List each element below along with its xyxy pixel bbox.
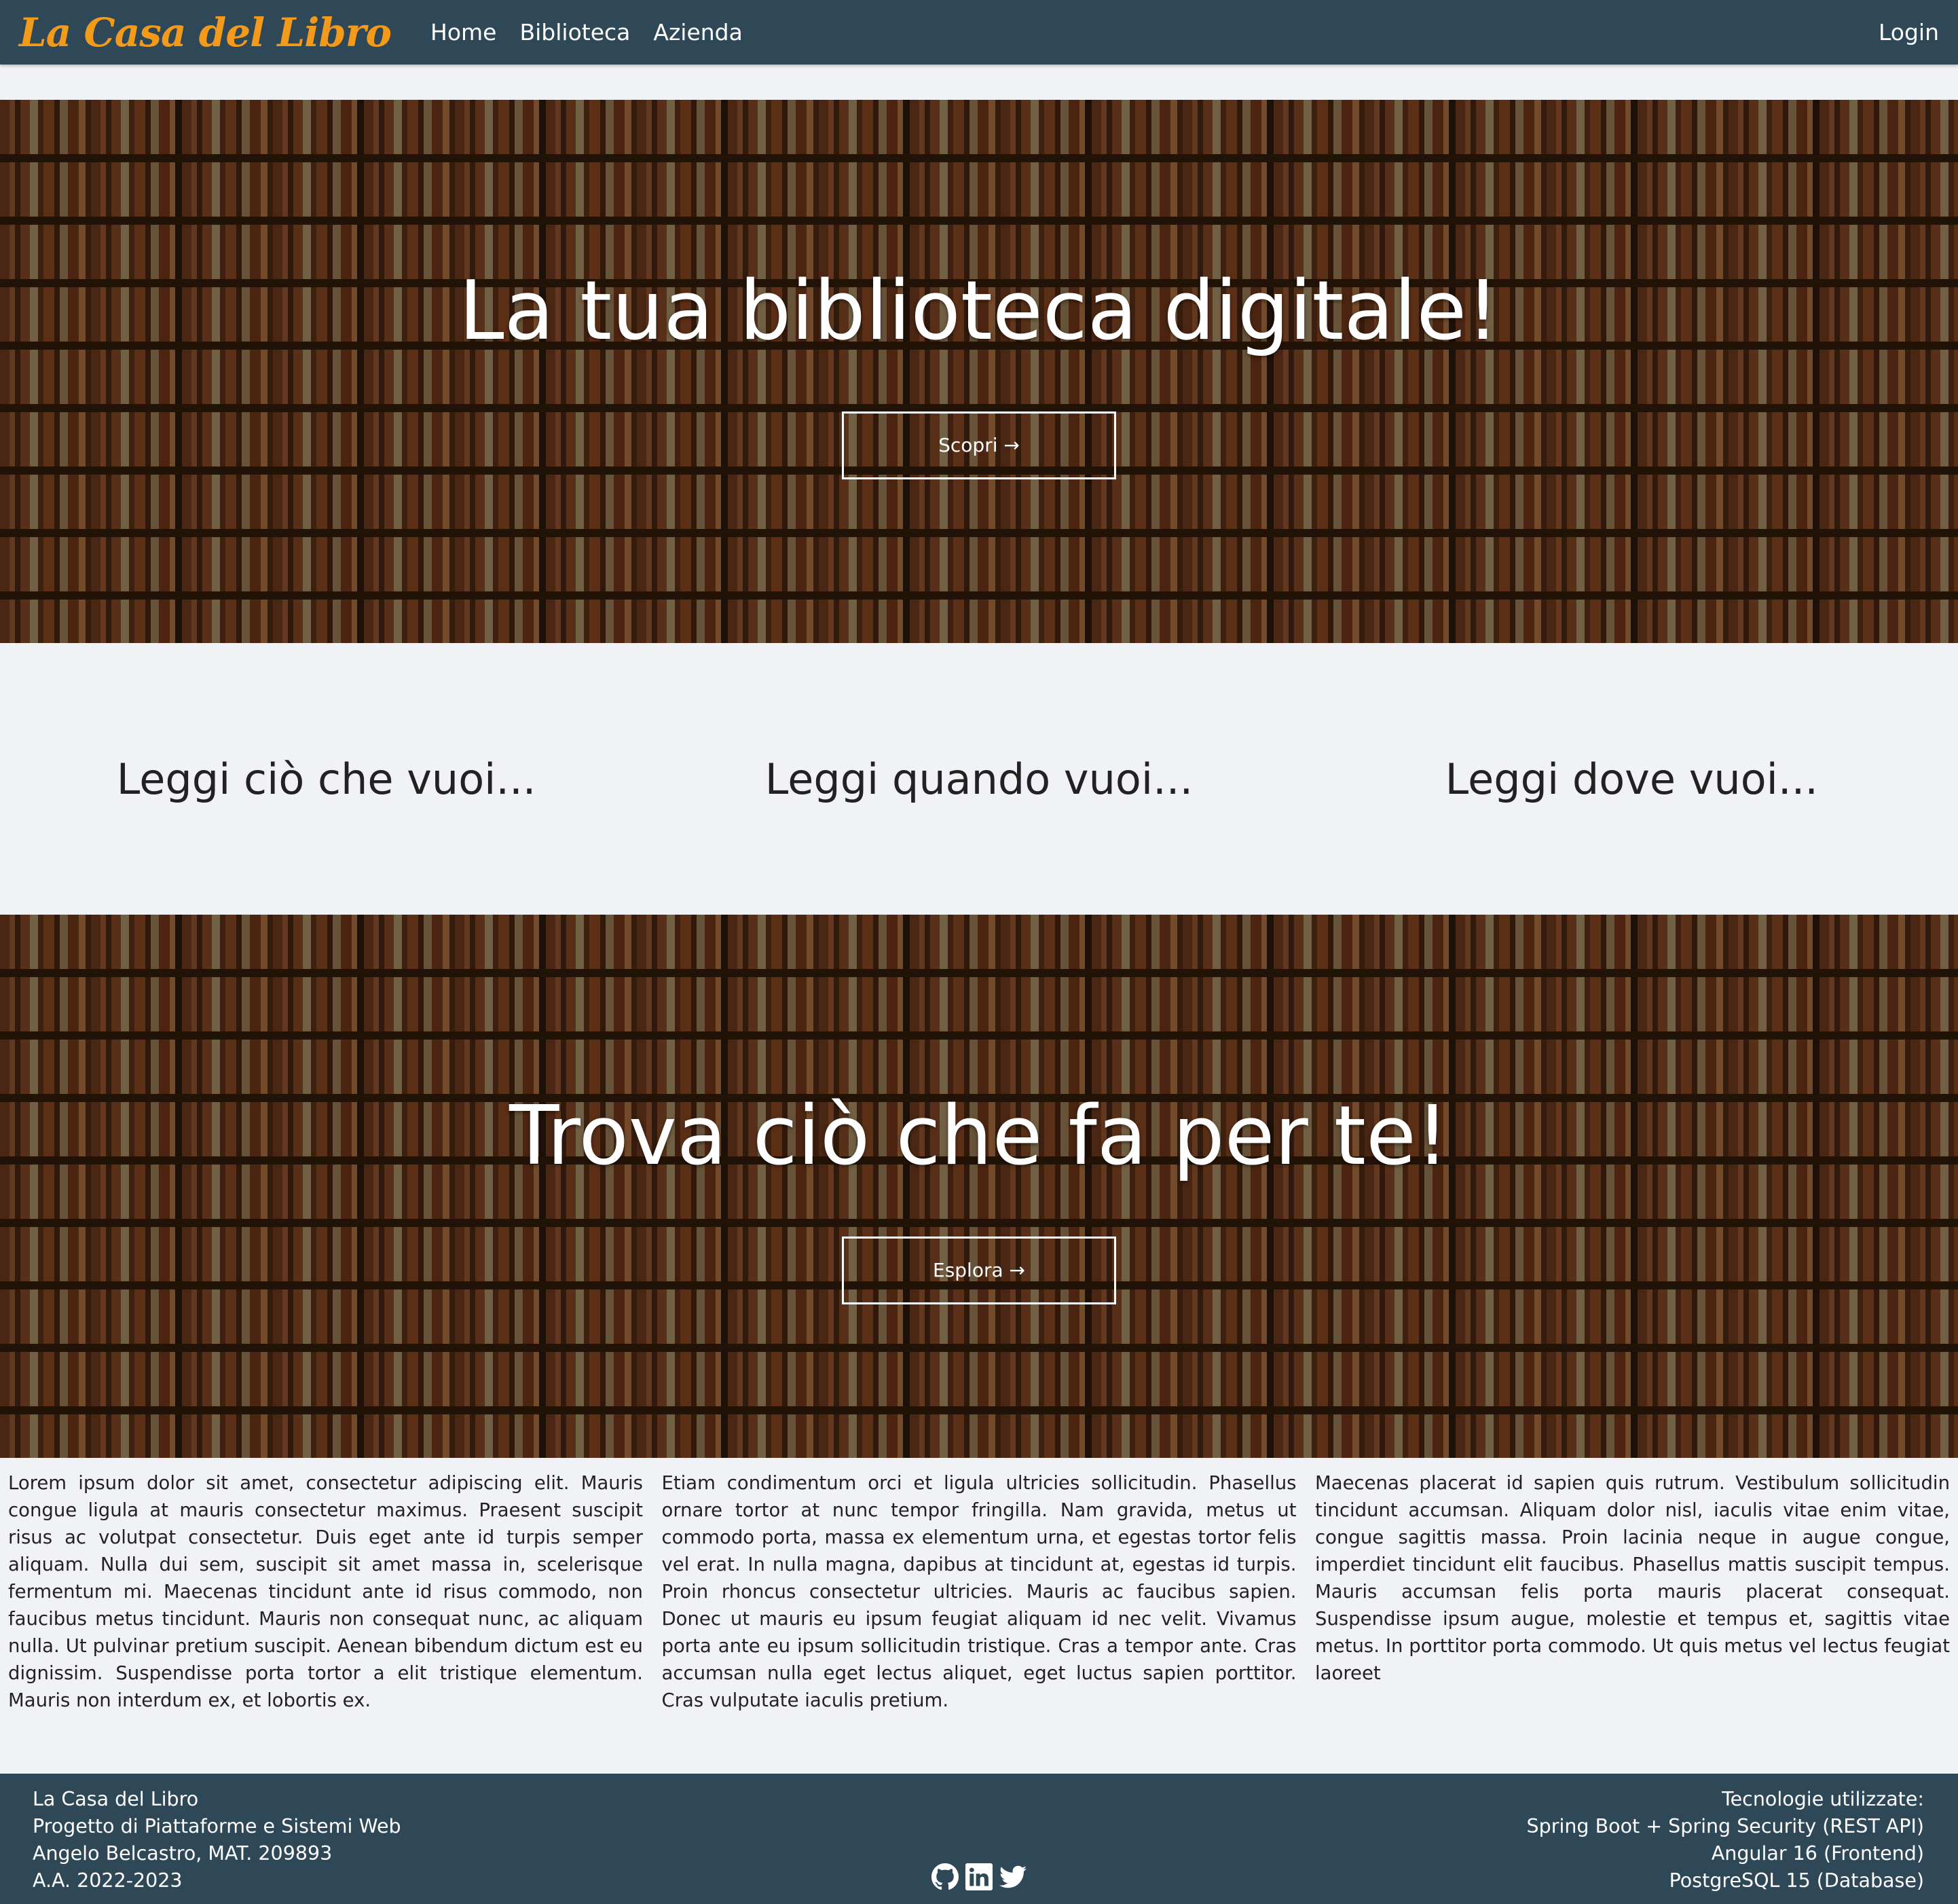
tagline-what: Leggi ciò che vuoi... [116,754,536,804]
footer: La Casa del Libro Progetto di Piattaform… [0,1774,1958,1904]
footer-tech-heading: Tecnologie utilizzate: [1722,1788,1924,1810]
explore-title: Trova ciò che fa per te! [509,1088,1449,1184]
footer-academic-year: A.A. 2022-2023 [33,1869,183,1892]
footer-technologies: Tecnologie utilizzate: Spring Boot + Spr… [1527,1786,1924,1894]
footer-site-name: La Casa del Libro [33,1788,199,1810]
github-icon[interactable] [931,1863,959,1890]
linkedin-icon[interactable] [965,1863,993,1890]
nav-link-azienda[interactable]: Azienda [653,19,742,45]
navbar: La Casa del Libro Home Biblioteca Aziend… [0,0,1958,65]
login-link[interactable]: Login [1879,19,1939,45]
taglines: Leggi ciò che vuoi... Leggi quando vuoi.… [0,643,1958,915]
text-column-2: Etiam condimentum orci et ligula ultrici… [661,1472,1297,1711]
social-links [931,1863,1027,1890]
text-column-1: Lorem ipsum dolor sit amet, consectetur … [8,1472,643,1711]
footer-tech-frontend: Angular 16 (Frontend) [1711,1842,1924,1865]
explore-button[interactable]: Esplora → [842,1236,1116,1304]
explore-banner: Trova ciò che fa per te! Esplora → [0,915,1958,1458]
nav-links: Home Biblioteca Azienda [430,19,766,45]
text-column-3: Maecenas placerat id sapien quis rutrum.… [1315,1472,1950,1684]
footer-author: Angelo Belcastro, MAT. 209893 [33,1842,333,1865]
hero-banner: La tua biblioteca digitale! Scopri → [0,100,1958,643]
text-columns: Lorem ipsum dolor sit amet, consectetur … [8,1469,1950,1714]
twitter-icon[interactable] [999,1863,1027,1890]
brand-logo[interactable]: La Casa del Libro [19,10,392,56]
nav-link-biblioteca[interactable]: Biblioteca [519,19,630,45]
nav-link-home[interactable]: Home [430,19,496,45]
footer-tech-backend: Spring Boot + Spring Security (REST API) [1526,1815,1924,1837]
discover-button[interactable]: Scopri → [842,411,1116,479]
footer-project-name: Progetto di Piattaforme e Sistemi Web [33,1815,401,1837]
tagline-where: Leggi dove vuoi... [1445,754,1818,804]
tagline-when: Leggi quando vuoi... [764,754,1194,804]
hero-title: La tua biblioteca digitale! [458,263,1500,359]
footer-tech-database: PostgreSQL 15 (Database) [1669,1869,1924,1892]
footer-project-info: La Casa del Libro Progetto di Piattaform… [33,1786,401,1894]
